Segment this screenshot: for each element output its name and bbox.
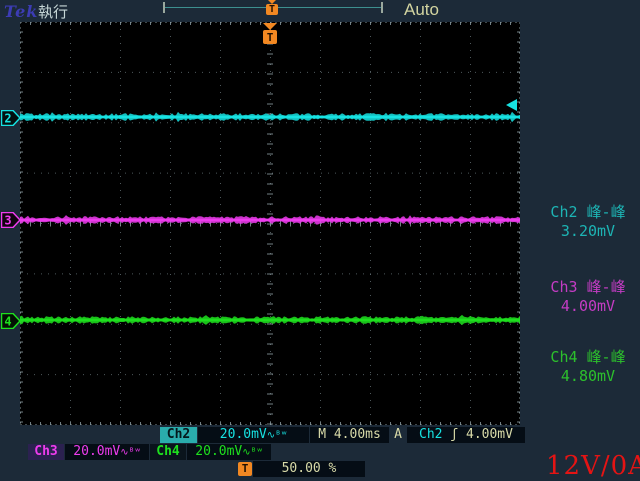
trigger-position-readout: 50.00 %: [253, 461, 365, 477]
measurement-ch3-value: 4.00mV: [527, 297, 640, 316]
measurement-ch4-value: 4.80mV: [527, 367, 640, 386]
supply-condition-overlay: 12V/0A: [546, 451, 640, 481]
trigger-source: Ch2: [419, 427, 442, 442]
measurement-ch2-pkpk: Ch2 峰-峰 3.20mV: [527, 203, 640, 241]
acquisition-run-status: 執行: [38, 1, 68, 22]
channel-2-badge-label: 2: [4, 112, 11, 126]
trigger-mode-readout: Auto: [404, 0, 439, 20]
trigger-t-icon: T: [267, 31, 274, 44]
channel-2-badge: 2: [1, 110, 21, 126]
ch3-scale-value: 20.0mV: [73, 444, 120, 459]
ch3-coupling-icon: ∿ᴮʷ: [120, 447, 140, 458]
ch4-channel-readout-label: Ch4: [150, 444, 186, 460]
tek-logo: Tek: [4, 2, 38, 21]
record-trigger-position-marker: T: [265, 0, 279, 16]
trigger-readout: Ch2 ʃ 4.00mV: [407, 427, 525, 443]
measurement-ch4-title: Ch4 峰-峰: [527, 348, 640, 367]
trigger-position-marker: T: [263, 23, 277, 44]
channel-4-badge-label: 4: [4, 315, 11, 329]
trigger-position-t-icon: T: [238, 462, 252, 476]
channel-3-badge: 3: [1, 212, 21, 228]
trigger-level-arrow-icon: [506, 99, 517, 111]
measurement-ch2-value: 3.20mV: [527, 222, 640, 241]
ch2-coupling-icon: ∿ᴮʷ: [267, 430, 287, 441]
ch2-scale-value: 20.0mV: [220, 427, 267, 442]
channel-3-badge-label: 3: [4, 214, 11, 228]
ch4-coupling-icon: ∿ᴮʷ: [242, 447, 262, 458]
ch3-scale-readout: 20.0mV∿ᴮʷ: [65, 444, 149, 460]
measurement-ch2-title: Ch2 峰-峰: [527, 203, 640, 222]
graticule: T: [20, 22, 520, 425]
ch4-scale-readout: 20.0mV∿ᴮʷ: [187, 444, 271, 460]
timebase-readout: M 4.00ms: [310, 427, 389, 443]
ch2-channel-readout-label: Ch2: [160, 427, 197, 443]
channel-4-badge: 4: [1, 313, 21, 329]
measurement-ch3-title: Ch3 峰-峰: [527, 278, 640, 297]
trigger-mode-letter: A: [391, 427, 405, 443]
measurement-ch4-pkpk: Ch4 峰-峰 4.80mV: [527, 348, 640, 386]
trigger-t-icon: T: [266, 4, 278, 15]
ch2-scale-readout: 20.0mV∿ᴮʷ: [198, 427, 309, 443]
ch3-channel-readout-label: Ch3: [28, 444, 64, 460]
trigger-level-value: 4.00mV: [466, 427, 513, 442]
measurement-ch3-pkpk: Ch3 峰-峰 4.00mV: [527, 278, 640, 316]
ch4-scale-value: 20.0mV: [195, 444, 242, 459]
trigger-slope-icon: ʃ: [450, 427, 458, 442]
